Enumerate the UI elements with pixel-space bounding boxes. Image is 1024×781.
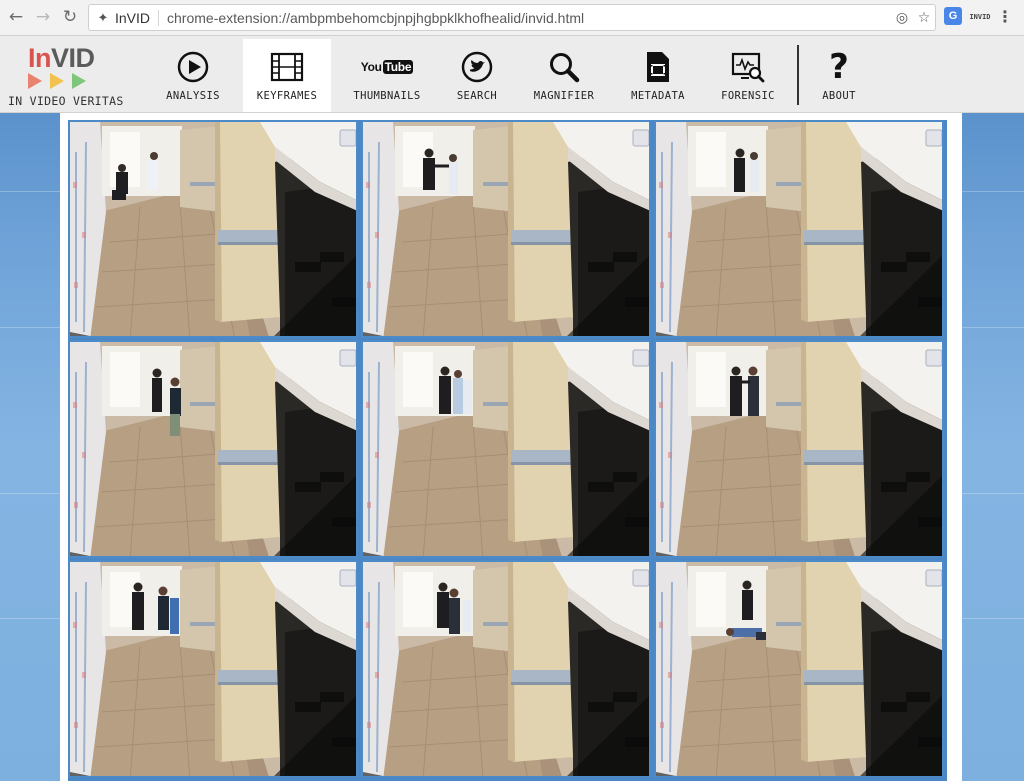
monitor-search-icon [731,50,765,84]
back-arrow-icon[interactable]: ← [5,6,27,28]
keyframe-6[interactable] [654,340,944,558]
tab-magnifier-label: MAGNIFIER [533,90,595,102]
tab-search-label: SEARCH [456,90,498,102]
forward-arrow-icon[interactable]: → [32,6,54,28]
invid-extension-icon[interactable]: INVID [968,7,992,27]
site-name: InVID [115,9,160,26]
tab-keyframes[interactable]: KEYFRAMES [243,39,331,112]
invid-logo[interactable]: InVID IN VIDEO VERITAS [6,40,130,110]
logo-wordmark: InVID [28,43,95,73]
app-header: InVID IN VIDEO VERITAS ANALYSIS KEYFRAME… [0,36,1024,113]
tab-about[interactable]: ? ABOUT [813,39,865,112]
tab-keyframes-label: KEYFRAMES [256,90,318,102]
tab-search[interactable]: SEARCH [446,39,508,112]
play-circle-icon [177,50,209,84]
twitter-icon [461,50,493,84]
keyframe-1[interactable] [68,120,358,338]
location-target-icon[interactable]: ◎ [891,9,913,26]
film-document-icon [644,50,672,84]
keyframes-grid [68,120,947,781]
reload-icon[interactable]: ↻ [59,6,81,28]
question-mark-icon: ? [829,47,849,87]
logo-triangle-green [72,73,86,89]
magnifier-icon [548,50,580,84]
keyframe-4[interactable] [68,340,358,558]
tab-analysis-label: ANALYSIS [166,90,220,102]
keyframe-9[interactable] [654,560,944,778]
address-bar[interactable]: ✦ InVID chrome-extension://ambpmbehomcbj… [88,4,936,31]
tab-thumbnails[interactable]: You Tube THUMBNAILS [349,39,425,112]
youtube-icon: You Tube [360,50,414,84]
film-strip-icon [270,50,304,84]
youtube-badge-tube: Tube [382,60,414,74]
logo-triangle-red [28,73,42,89]
youtube-badge-text: You [360,60,382,74]
keyframe-7[interactable] [68,560,358,778]
browser-menu-icon[interactable]: ⋮ [997,7,1013,27]
tab-magnifier[interactable]: MAGNIFIER [528,39,600,112]
puzzle-icon: ✦ [97,9,109,25]
keyframe-3[interactable] [654,120,944,338]
header-divider [797,45,799,105]
bookmark-star-icon[interactable]: ☆ [913,9,935,26]
browser-toolbar: ← → ↻ ✦ InVID chrome-extension://ambpmbe… [0,0,1024,36]
tab-metadata[interactable]: METADATA [624,39,692,112]
invid-extension-label: INVID [969,13,991,21]
keyframe-2[interactable] [361,120,651,338]
tab-analysis[interactable]: ANALYSIS [155,39,231,112]
tab-about-label: ABOUT [822,90,856,102]
logo-triangle-yellow [50,73,64,89]
keyframe-8[interactable] [361,560,651,778]
keyframe-5[interactable] [361,340,651,558]
tab-forensic-label: FORENSIC [721,90,775,102]
url-text[interactable]: chrome-extension://ambpmbehomcbjnpjhgbpk… [167,10,891,26]
tab-thumbnails-label: THUMBNAILS [353,90,421,102]
google-translate-icon[interactable]: G [944,7,962,25]
tab-metadata-label: METADATA [631,90,685,102]
tab-forensic[interactable]: FORENSIC [715,39,781,112]
logo-caption: IN VIDEO VERITAS [8,94,124,108]
